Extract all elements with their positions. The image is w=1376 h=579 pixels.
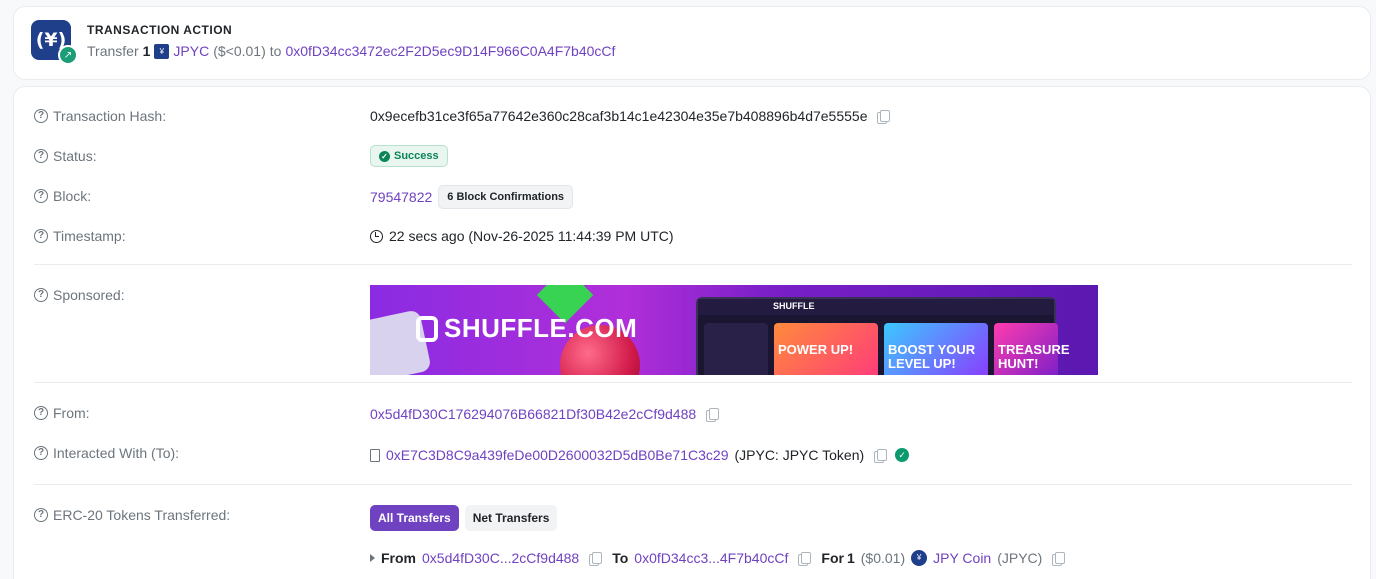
block-label: Block:	[53, 188, 92, 204]
jpyc-small-icon: ¥	[154, 43, 170, 59]
question-circle-icon[interactable]: ?	[34, 288, 48, 302]
check-circle-icon: ✓	[379, 150, 390, 162]
question-circle-icon[interactable]: ?	[34, 446, 48, 460]
jpy-coin-icon: ¥	[911, 550, 928, 566]
action-amount: 1	[142, 43, 151, 59]
transaction-action-card: (¥) ↗ TRANSACTION ACTION Transfer 1 ¥ JP…	[13, 6, 1371, 80]
action-verb: Transfer	[87, 43, 139, 59]
to-label: Interacted With (To):	[53, 445, 180, 461]
block-number-link[interactable]: 79547822	[370, 189, 432, 205]
transaction-action-summary: Transfer 1 ¥ JPYC ($<0.01) to 0x0fD34cc3…	[87, 43, 615, 59]
transfer-token-link[interactable]: JPY Coin	[933, 550, 991, 566]
sponsored-banner[interactable]: SHUFFLE.COM SHUFFLE POWER UP! BOOST YOUR…	[370, 285, 1098, 375]
to-label-row: ? Interacted With (To):	[34, 445, 179, 461]
copy-icon[interactable]	[877, 109, 891, 124]
copy-icon[interactable]	[798, 551, 812, 566]
arrow-up-right-icon: ↗	[58, 45, 78, 65]
question-circle-icon[interactable]: ?	[34, 109, 48, 123]
tab-all-transfers[interactable]: All Transfers	[370, 505, 459, 531]
sponsored-label: Sponsored:	[53, 287, 125, 303]
caret-right-icon[interactable]	[370, 554, 375, 562]
copy-icon[interactable]	[874, 448, 888, 463]
divider	[34, 484, 1352, 485]
hash-value-row: 0x9ecefb31ce3f65a77642e360c28caf3b14c1e4…	[370, 108, 891, 124]
erc20-tabs: All Transfers Net Transfers	[370, 505, 558, 531]
from-value-row: 0x5d4fD30C176294076B66821Df30B42e2cCf9d4…	[370, 406, 720, 422]
question-circle-icon[interactable]: ?	[34, 189, 48, 203]
transaction-details-card: ? Transaction Hash: 0x9ecefb31ce3f65a776…	[13, 86, 1371, 579]
transfer-usd: ($0.01)	[860, 550, 906, 566]
status-label: Status:	[53, 148, 97, 164]
transfer-token-symbol: (JPYC)	[997, 550, 1043, 566]
hash-label-row: ? Transaction Hash:	[34, 108, 166, 124]
transfer-from-word: From	[381, 550, 416, 566]
status-text: Success	[394, 150, 439, 162]
from-label: From:	[53, 405, 90, 421]
status-label-row: ? Status:	[34, 148, 97, 164]
timestamp-value: 22 secs ago (Nov-26-2025 11:44:39 PM UTC…	[389, 228, 674, 244]
erc20-label: ERC-20 Tokens Transferred:	[53, 507, 231, 523]
timestamp-label: Timestamp:	[53, 228, 126, 244]
mockup-sidebar	[704, 323, 768, 375]
sponsored-label-row: ? Sponsored:	[34, 287, 125, 303]
from-label-row: ? From:	[34, 405, 90, 421]
block-value-row: 79547822 6 Block Confirmations	[370, 185, 574, 209]
to-contract-name: (JPYC: JPYC Token)	[734, 447, 865, 463]
hash-label: Transaction Hash:	[53, 108, 167, 124]
erc20-label-row: ? ERC-20 Tokens Transferred:	[34, 507, 230, 523]
banner-brand-text: SHUFFLE.COM	[444, 313, 638, 343]
banner-app-mockup: SHUFFLE POWER UP! BOOST YOUR LEVEL UP! T…	[696, 297, 1070, 375]
question-circle-icon[interactable]: ?	[34, 508, 48, 522]
transfer-for-word: For	[821, 550, 844, 566]
block-confirmations-badge: 6 Block Confirmations	[438, 185, 574, 209]
action-to-word: to	[269, 43, 282, 59]
timestamp-value-row: 22 secs ago (Nov-26-2025 11:44:39 PM UTC…	[370, 228, 674, 244]
mockup-tile-treasure: TREASURE HUNT!	[994, 323, 1070, 375]
banner-brand-logo: SHUFFLE.COM	[416, 313, 637, 344]
transfer-to-word: To	[612, 550, 629, 566]
copy-icon[interactable]	[1052, 551, 1066, 566]
question-circle-icon[interactable]: ?	[34, 229, 48, 243]
question-circle-icon[interactable]: ?	[34, 149, 48, 163]
transfer-amount: 1	[846, 550, 855, 566]
status-badge: ✓ Success	[370, 145, 448, 167]
contract-file-icon	[370, 448, 380, 462]
status-value-row: ✓ Success	[370, 145, 448, 167]
copy-icon[interactable]	[589, 551, 603, 566]
mockup-tile-power-up: POWER UP!	[774, 323, 878, 375]
shuffle-logo-icon	[416, 315, 438, 342]
tab-net-transfers[interactable]: Net Transfers	[464, 505, 558, 531]
to-address-link[interactable]: 0xE7C3D8C9a439feDe00D2600032D5dB0Be71C3c…	[386, 447, 728, 463]
clock-icon	[370, 229, 383, 243]
from-address-link[interactable]: 0x5d4fD30C176294076B66821Df30B42e2cCf9d4…	[370, 406, 696, 422]
divider	[34, 382, 1352, 383]
hash-value: 0x9ecefb31ce3f65a77642e360c28caf3b14c1e4…	[370, 108, 868, 124]
question-circle-icon[interactable]: ?	[34, 406, 48, 420]
action-usd-value: ($<0.01)	[213, 43, 266, 59]
verified-check-icon: ✓	[895, 448, 910, 462]
erc20-transfer-row: From 0x5d4fD30C...2cCf9d488 To 0x0fD34cc…	[370, 550, 1066, 566]
action-token-link[interactable]: JPYC	[173, 43, 209, 59]
transfer-from-link[interactable]: 0x5d4fD30C...2cCf9d488	[422, 550, 579, 566]
to-value-row: 0xE7C3D8C9a439feDe00D2600032D5dB0Be71C3c…	[370, 447, 910, 463]
mockup-tile-boost: BOOST YOUR LEVEL UP!	[884, 323, 988, 375]
divider	[34, 264, 1352, 265]
transaction-action-title: TRANSACTION ACTION	[87, 23, 233, 37]
block-label-row: ? Block:	[34, 188, 91, 204]
copy-icon[interactable]	[706, 407, 720, 422]
timestamp-label-row: ? Timestamp:	[34, 228, 126, 244]
mockup-brand: SHUFFLE	[773, 301, 815, 311]
action-to-address-link[interactable]: 0x0fD34cc3472ec2F2D5ec9D14F966C0A4F7b40c…	[285, 43, 615, 59]
mockup-top-bar	[698, 299, 1054, 315]
transfer-to-link[interactable]: 0x0fD34cc3...4F7b40cCf	[634, 550, 788, 566]
